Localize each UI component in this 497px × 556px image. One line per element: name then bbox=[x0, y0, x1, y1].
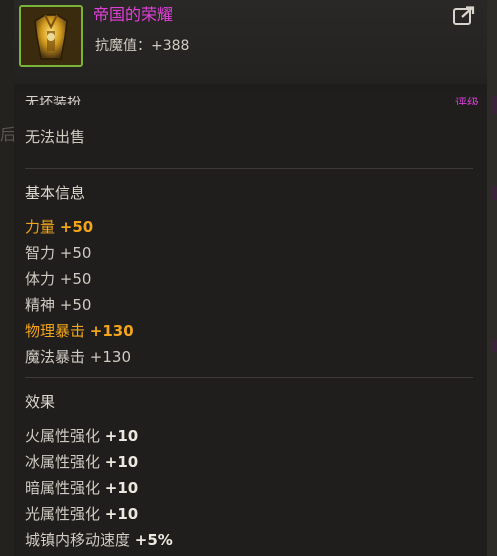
stat-label: 体力 bbox=[25, 270, 56, 288]
background-right-strip bbox=[491, 340, 497, 352]
stat-value: +50 bbox=[59, 296, 92, 314]
stat-value: +130 bbox=[89, 322, 134, 340]
stat-label: 智力 bbox=[25, 244, 56, 262]
basic-info-heading: 基本信息 bbox=[25, 184, 86, 202]
effect-value: +10 bbox=[104, 505, 139, 523]
stat-value: +130 bbox=[89, 348, 131, 366]
stat-label: 魔法暴击 bbox=[25, 348, 86, 366]
stat-vitality: 体力 +50 bbox=[25, 267, 91, 291]
effect-dark: 暗属性强化 +10 bbox=[25, 476, 138, 500]
item-tooltip-panel: 帝国的荣耀 抗魔值：+388 无坏装扮 评级 无法出售 基本信息 力量 +50 … bbox=[14, 0, 487, 556]
stat-strength: 力量 +50 bbox=[25, 215, 93, 239]
effect-town-speed: 城镇内移动速度 +5% bbox=[25, 528, 173, 552]
stat-label: 物理暴击 bbox=[25, 322, 86, 340]
background-right-strip bbox=[491, 96, 497, 114]
tooltip-header: 帝国的荣耀 抗魔值：+388 bbox=[14, 0, 487, 84]
clipped-grade-label: 评级 bbox=[454, 96, 479, 105]
resist-value: +388 bbox=[151, 38, 190, 54]
stat-label: 精神 bbox=[25, 296, 56, 314]
stat-label: 力量 bbox=[25, 218, 56, 236]
sale-status: 无法出售 bbox=[25, 128, 86, 146]
effect-label: 冰属性强化 bbox=[25, 453, 101, 471]
effect-label: 城镇内移动速度 bbox=[25, 531, 131, 549]
background-left-edge bbox=[0, 0, 14, 556]
effect-label: 光属性强化 bbox=[25, 505, 101, 523]
stat-value: +50 bbox=[59, 244, 92, 262]
effect-fire: 火属性强化 +10 bbox=[25, 424, 138, 448]
effect-value: +10 bbox=[104, 427, 139, 445]
stat-intelligence: 智力 +50 bbox=[25, 241, 91, 265]
divider bbox=[25, 168, 473, 169]
effect-label: 火属性强化 bbox=[25, 427, 101, 445]
item-name: 帝国的荣耀 bbox=[93, 5, 174, 24]
effect-light: 光属性强化 +10 bbox=[25, 502, 138, 526]
golden-armor-icon bbox=[19, 5, 83, 67]
external-link-icon[interactable] bbox=[453, 6, 475, 26]
effects-heading: 效果 bbox=[25, 393, 56, 411]
effect-ice: 冰属性强化 +10 bbox=[25, 450, 138, 474]
resist-label: 抗魔值： bbox=[95, 38, 151, 54]
effect-value: +5% bbox=[134, 531, 173, 549]
effect-value: +10 bbox=[104, 479, 139, 497]
effect-label: 暗属性强化 bbox=[25, 479, 101, 497]
stat-value: +50 bbox=[59, 270, 92, 288]
clipped-label: 无坏装扮 bbox=[25, 96, 81, 105]
stat-value: +50 bbox=[59, 218, 94, 236]
background-right-strip bbox=[491, 186, 497, 200]
tooltip-scene: 后 帝国的荣耀 抗魔值：+388 无坏装扮 评级 无法出售 基本信息 力量 +5… bbox=[0, 0, 497, 556]
divider bbox=[25, 377, 473, 378]
effect-value: +10 bbox=[104, 453, 139, 471]
stat-magic-crit: 魔法暴击 +130 bbox=[25, 345, 131, 369]
resist-value-line: 抗魔值：+388 bbox=[95, 36, 189, 56]
stat-physical-crit: 物理暴击 +130 bbox=[25, 319, 134, 343]
stat-spirit: 精神 +50 bbox=[25, 293, 91, 317]
